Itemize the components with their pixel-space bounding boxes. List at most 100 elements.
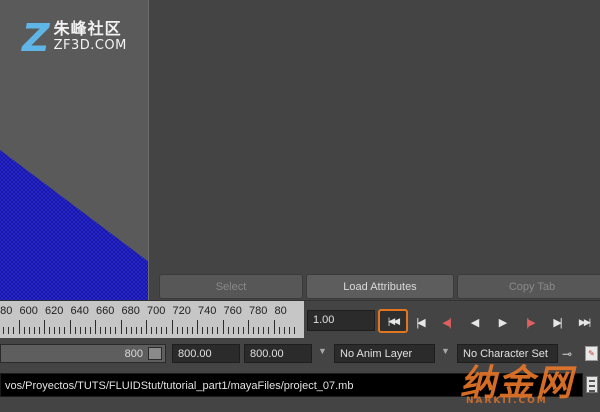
ruler-tick <box>3 327 5 334</box>
ruler-tick-label: 660 <box>96 305 115 317</box>
playback-end-field[interactable]: 800.00 <box>244 344 312 363</box>
ruler-tick <box>110 327 112 334</box>
step-forward-frame-button[interactable]: ▶| <box>547 312 567 332</box>
ruler-tick <box>293 327 295 334</box>
range-slider-end-value: 800 <box>124 348 143 360</box>
ruler-tick <box>28 327 30 334</box>
watermark-cn-text: 朱峰社区 <box>53 19 122 38</box>
current-frame-field[interactable]: 1.00 <box>307 310 375 331</box>
step-forward-frame-icon: ▶| <box>553 316 562 329</box>
range-slider[interactable]: 800 <box>0 344 166 363</box>
ruler-tick-label: 780 <box>249 305 268 317</box>
ruler-tick <box>171 320 173 334</box>
step-back-frame-button[interactable]: |◀ <box>410 312 430 332</box>
ruler-tick <box>115 327 117 334</box>
go-to-start-button[interactable]: |◀◀ <box>378 309 408 333</box>
ruler-tick <box>18 320 20 334</box>
range-slider-bar: 800 800.00 800.00 ▼ No Anim Layer ▼ No C… <box>0 338 600 370</box>
ruler-tick <box>135 327 137 334</box>
ruler-tick <box>227 327 229 334</box>
ruler-tick <box>207 327 209 334</box>
ruler-tick <box>125 327 127 334</box>
command-line: vos/Proyectos/TUTS/FLUIDStut/tutorial_pa… <box>0 370 600 398</box>
step-forward-key-icon: |▶ <box>526 316 535 329</box>
watermark-logo: Z <box>22 15 50 60</box>
ruler-tick <box>161 327 163 334</box>
ruler-tick <box>197 320 198 334</box>
ruler-tick-label: 600 <box>19 305 38 317</box>
ruler-tick-label: 680 <box>121 305 140 317</box>
step-back-key-icon: ◀| <box>442 316 451 329</box>
ruler-tick <box>166 327 168 334</box>
ruler-tick-label: 760 <box>223 305 242 317</box>
ruler-tick <box>278 327 280 334</box>
ruler-tick <box>202 327 204 334</box>
ruler-tick <box>186 327 188 334</box>
auto-key-icon[interactable]: ⊸ <box>562 347 572 361</box>
ruler-tick <box>156 327 158 334</box>
ruler-tick <box>54 327 56 334</box>
anim-layer-menu-icon[interactable]: ▼ <box>318 346 328 360</box>
ruler-tick <box>38 327 40 334</box>
ruler-tick <box>79 327 81 334</box>
go-to-end-button[interactable]: ▶▶| <box>574 312 594 332</box>
select-button[interactable]: Select <box>159 274 303 299</box>
load-attributes-button[interactable]: Load Attributes <box>306 274 454 299</box>
ruler-tick <box>232 327 234 334</box>
ruler-tick-label: 620 <box>45 305 64 317</box>
ruler-tick <box>237 327 239 334</box>
go-to-start-icon: |◀◀ <box>387 315 400 326</box>
copy-tab-button[interactable]: Copy Tab <box>457 274 600 299</box>
go-to-end-icon: ▶▶| <box>578 316 591 327</box>
watermark-en-text: ZF3D.COM <box>53 38 127 53</box>
animation-preferences-icon[interactable]: ✎ <box>585 346 598 361</box>
ruler-tick <box>130 327 132 334</box>
ruler-tick <box>33 327 35 334</box>
command-line-field[interactable]: vos/Proyectos/TUTS/FLUIDStut/tutorial_pa… <box>0 373 583 397</box>
ruler-tick-label: 640 <box>70 305 89 317</box>
ruler-tick <box>288 327 290 334</box>
ruler-tick <box>212 327 214 334</box>
script-editor-icon[interactable] <box>586 376 598 393</box>
ruler-tick <box>64 327 66 334</box>
ruler-tick <box>84 327 86 334</box>
character-set-menu-icon[interactable]: ▼ <box>441 346 451 360</box>
ruler-tick <box>268 327 270 334</box>
ruler-tick <box>59 327 61 334</box>
animation-end-field[interactable]: 800.00 <box>172 344 240 363</box>
ruler-tick <box>44 320 45 334</box>
ruler-tick-label: 700 <box>147 305 166 317</box>
attribute-editor-panel <box>150 0 600 270</box>
step-back-frame-icon: |◀ <box>416 316 425 329</box>
ruler-tick <box>253 327 255 334</box>
anim-layer-field[interactable]: No Anim Layer <box>334 344 435 363</box>
ruler-tick-label: 80 <box>274 305 287 317</box>
watermark-zf3d: Z 朱峰社区 ZF3D.COM <box>22 15 127 60</box>
ruler-tick <box>49 327 51 334</box>
ruler-tick <box>217 327 219 334</box>
playback-controls: 1.00 |◀◀ |◀ ◀| ◀ ▶ |▶ ▶| ▶▶| <box>304 300 600 338</box>
viewport-panel[interactable]: Z 朱峰社区 ZF3D.COM <box>0 0 149 300</box>
attribute-editor-buttons: Select Load Attributes Copy Tab <box>150 270 600 300</box>
step-forward-key-button[interactable]: |▶ <box>520 312 540 332</box>
character-set-field[interactable]: No Character Set <box>457 344 558 363</box>
ruler-tick <box>273 320 275 334</box>
ruler-tick <box>222 320 224 334</box>
ruler-tick <box>120 320 122 334</box>
range-slider-handle[interactable] <box>148 347 162 360</box>
ruler-tick <box>258 327 260 334</box>
ruler-tick <box>263 327 265 334</box>
play-backwards-button[interactable]: ◀ <box>464 312 484 332</box>
play-backwards-icon: ◀ <box>470 316 480 329</box>
ruler-tick-label: 580 <box>0 305 13 317</box>
ruler-tick <box>8 327 10 334</box>
ruler-tick <box>95 320 96 334</box>
ruler-tick <box>191 327 193 334</box>
ruler-tick <box>140 327 142 334</box>
ruler-tick <box>100 327 102 334</box>
step-back-key-button[interactable]: ◀| <box>436 312 456 332</box>
play-forwards-button[interactable]: ▶ <box>492 312 512 332</box>
time-slider[interactable]: 580 600 620 640 660 680 700 720 740 760 780 80 <box>0 300 304 338</box>
ruler-tick <box>146 320 147 334</box>
help-line <box>0 398 600 412</box>
